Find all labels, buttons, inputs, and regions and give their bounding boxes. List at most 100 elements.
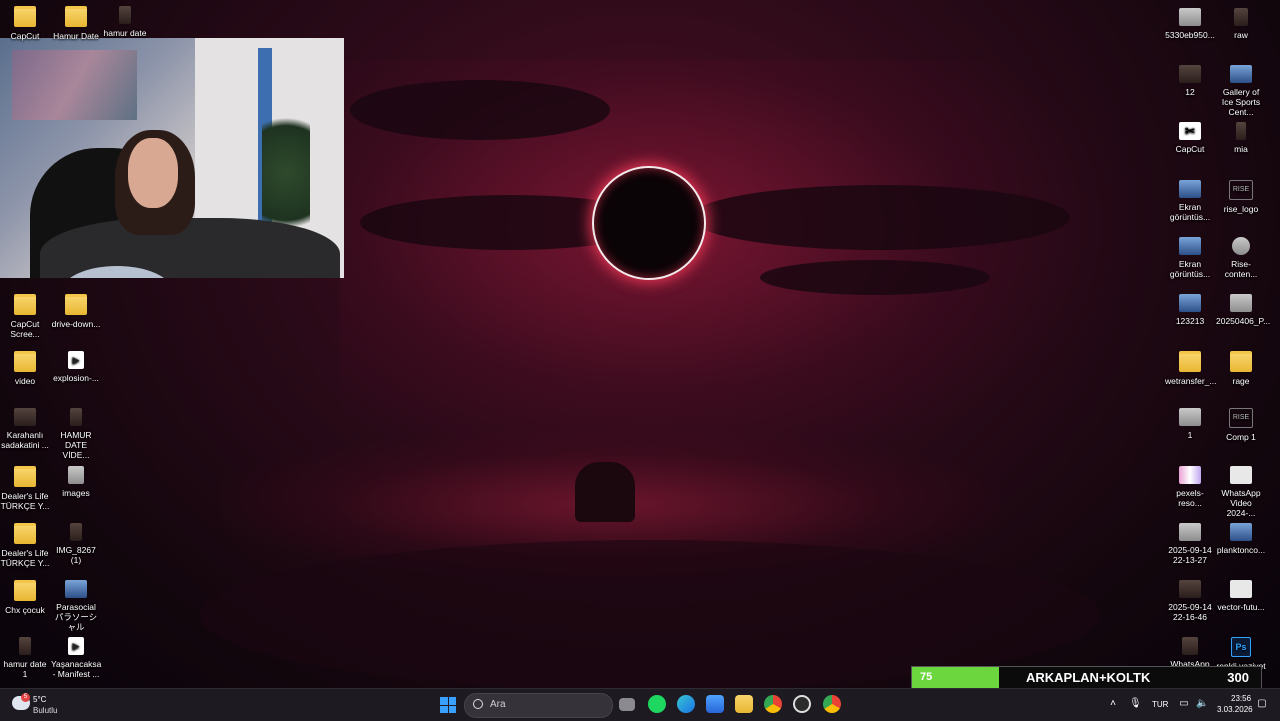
image-thumbnail-icon: [1179, 466, 1201, 484]
windows-logo-tile: [448, 705, 456, 713]
obs-icon[interactable]: [793, 695, 811, 713]
video-file-icon: [68, 637, 84, 655]
desktop-icon[interactable]: Chx çocuk: [0, 580, 50, 615]
start-button[interactable]: [440, 697, 456, 713]
image-thumbnail-icon: [1230, 65, 1252, 83]
spotify-icon[interactable]: [648, 695, 666, 713]
desktop-icon[interactable]: explosion-...: [51, 351, 101, 383]
store-icon[interactable]: [706, 695, 724, 713]
image-thumbnail-icon: [70, 523, 82, 541]
weather-temp: 5°C: [33, 695, 47, 704]
search-box[interactable]: Ara: [464, 693, 613, 718]
rise-logo-icon: RISE: [1229, 180, 1253, 200]
image-thumbnail-icon: [1182, 637, 1198, 655]
chevron-up-icon[interactable]: ˄: [1108, 699, 1118, 709]
folder-icon: [1179, 351, 1201, 372]
desktop-icon[interactable]: 5330eb950...: [1165, 8, 1215, 40]
desktop-icon[interactable]: Rise-conten...: [1216, 237, 1266, 279]
image-thumbnail-icon: [1179, 408, 1201, 426]
notification-icon[interactable]: ▢: [1257, 699, 1267, 709]
task-view-button[interactable]: [619, 698, 635, 711]
desktop-icon[interactable]: hamur date: [100, 6, 150, 38]
microphone-icon[interactable]: 🎙: [1129, 699, 1142, 709]
desktop-icon[interactable]: video: [0, 351, 50, 386]
desktop-icon[interactable]: 2025-09-14 22-13-27: [1165, 523, 1215, 565]
network-icon[interactable]: ▭: [1179, 699, 1189, 709]
image-thumbnail-icon: [1230, 294, 1252, 312]
folder-icon: [14, 580, 36, 601]
image-thumbnail-icon: [1179, 65, 1201, 83]
image-thumbnail-icon: [1179, 294, 1201, 312]
cloud: [350, 80, 610, 140]
notification-badge: 5: [21, 693, 30, 702]
image-thumbnail-icon: [70, 408, 82, 426]
image-thumbnail-icon: [1230, 523, 1252, 541]
folder-icon: [1230, 351, 1252, 372]
desktop-icon[interactable]: images: [51, 466, 101, 498]
edge-icon[interactable]: [677, 695, 695, 713]
weather-desc: Bulutlu: [33, 706, 58, 715]
clock-time[interactable]: 23:56: [1231, 694, 1251, 703]
desktop-icon[interactable]: 20250406_P...: [1216, 294, 1270, 326]
desktop-icon[interactable]: WhatsApp Video 2024-...: [1216, 466, 1266, 518]
desktop-icon[interactable]: CapCut Scree...: [0, 294, 50, 339]
image-thumbnail-icon: [1236, 122, 1246, 140]
webcam-overlay: [0, 38, 344, 278]
search-placeholder: Ara: [490, 699, 506, 710]
desktop-icon[interactable]: Gallery of Ice Sports Cent...: [1216, 65, 1266, 117]
desktop-icon[interactable]: HAMUR DATE VİDE...: [51, 408, 101, 460]
volume-icon[interactable]: 🔈: [1196, 699, 1208, 709]
desktop-icon[interactable]: 12: [1165, 65, 1215, 97]
webcam-person-body: [40, 218, 340, 278]
desktop-icon[interactable]: planktonco...: [1216, 523, 1266, 555]
image-thumbnail-icon: [1179, 523, 1201, 541]
desktop-icon[interactable]: rage: [1216, 351, 1266, 386]
desktop-icon[interactable]: hamur date 1: [0, 637, 50, 679]
desktop-icon[interactable]: CapCut: [0, 6, 50, 41]
desktop-icon[interactable]: 123213: [1165, 294, 1215, 326]
folder-icon: [14, 523, 36, 544]
image-thumbnail-icon: [1234, 8, 1248, 26]
desktop-icon[interactable]: Dealer's Life TÜRKÇE Y...: [0, 523, 50, 568]
image-thumbnail-icon: [65, 580, 87, 598]
desktop-icon[interactable]: 1: [1165, 408, 1215, 440]
desktop-icon[interactable]: vector-futu...: [1216, 580, 1266, 612]
webcam-poster: [12, 50, 137, 120]
image-thumbnail-icon: [14, 408, 36, 426]
desktop-icon[interactable]: Karahanlı sadakatini ...: [0, 408, 50, 450]
image-thumbnail-icon: [19, 637, 31, 655]
desktop-icon[interactable]: drive-down...: [51, 294, 101, 329]
desktop-icon[interactable]: RISE rise_logo: [1216, 180, 1266, 214]
language-indicator[interactable]: TUR: [1152, 700, 1168, 709]
weather-widget[interactable]: 5 5°C Bulutlu: [12, 693, 92, 717]
desktop-icon[interactable]: RISE Comp 1: [1216, 408, 1266, 442]
folder-icon: [65, 294, 87, 315]
desktop-icon[interactable]: Yaşanacaksa - Manifest ...: [51, 637, 101, 679]
chrome-profile-icon[interactable]: [823, 695, 841, 713]
goal-current-value: 75: [920, 671, 933, 683]
search-icon: [473, 699, 483, 709]
taskbar: 5 5°C Bulutlu: [0, 688, 1280, 721]
desktop-icon[interactable]: ✂ CapCut: [1165, 122, 1215, 154]
desktop-icon[interactable]: pexels-reso...: [1165, 466, 1215, 508]
goal-label: ARKAPLAN+KOLTK: [1026, 670, 1151, 685]
desktop-icon[interactable]: 2025-09-14 22-16-46: [1165, 580, 1215, 622]
desktop-icon[interactable]: raw: [1216, 8, 1266, 40]
desktop-icon[interactable]: Ekran görüntüs...: [1165, 237, 1215, 279]
desktop-icon[interactable]: wetransfer_...: [1165, 351, 1217, 386]
windows-logo-icon: [440, 697, 448, 705]
desktop-icon[interactable]: Ekran görüntüs...: [1165, 180, 1215, 222]
image-thumbnail-icon: [1179, 237, 1201, 255]
clock-date[interactable]: 3.03.2026: [1217, 705, 1253, 714]
image-thumbnail-icon: [119, 6, 131, 24]
image-thumbnail-icon: [68, 466, 84, 484]
folder-icon: [14, 294, 36, 315]
file-explorer-icon[interactable]: [735, 695, 753, 713]
desktop-icon[interactable]: Parasocial パラソーシャル: [51, 580, 101, 632]
desktop-icon[interactable]: Hamur Date: [51, 6, 101, 41]
desktop-icon[interactable]: Dealer's Life TÜRKÇE Y...: [0, 466, 50, 511]
desktop-icon[interactable]: IMG_8267 (1): [51, 523, 101, 565]
chrome-icon[interactable]: [764, 695, 782, 713]
desktop-icon[interactable]: mia: [1216, 122, 1266, 154]
image-thumbnail-icon: [1230, 466, 1252, 484]
